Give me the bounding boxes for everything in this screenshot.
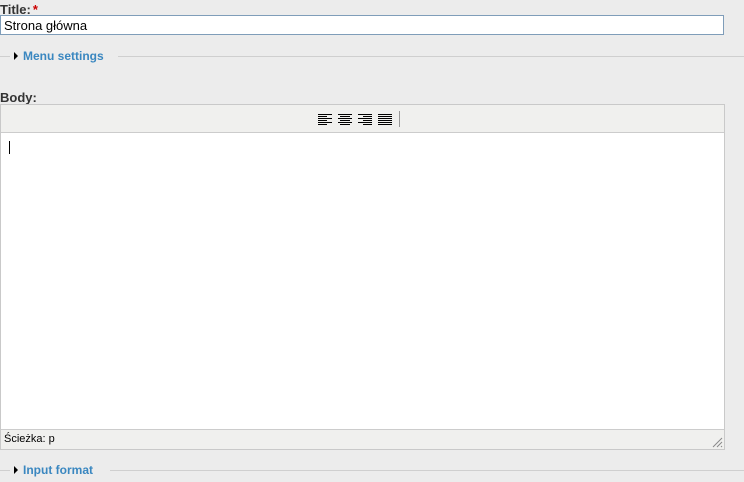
- align-right-button[interactable]: [355, 110, 375, 128]
- text-caret: [9, 141, 10, 154]
- editor-statusbar: Ścieżka: p: [1, 429, 724, 449]
- element-path: Ścieżka: p: [4, 433, 55, 445]
- triangle-right-icon: [14, 466, 18, 474]
- justify-button[interactable]: [375, 110, 395, 128]
- editor-toolbar: [1, 105, 724, 133]
- input-format-label: Input format: [23, 463, 93, 477]
- title-input[interactable]: [0, 15, 724, 35]
- editor-content-area[interactable]: [1, 133, 724, 430]
- menu-settings-toggle[interactable]: Menu settings: [14, 48, 108, 64]
- fieldset-border: [0, 470, 10, 471]
- body-label: Body:: [0, 90, 37, 105]
- fieldset-border: [118, 56, 744, 57]
- fieldset-border: [110, 470, 744, 471]
- justify-icon: [378, 113, 392, 125]
- menu-settings-fieldset: Menu settings: [0, 48, 744, 64]
- input-format-fieldset: Input format: [0, 462, 744, 478]
- resize-grip-icon[interactable]: [711, 436, 723, 448]
- toolbar-separator: [399, 111, 400, 127]
- input-format-toggle[interactable]: Input format: [14, 462, 97, 478]
- align-center-button[interactable]: [335, 110, 355, 128]
- align-left-icon: [318, 113, 332, 125]
- align-right-icon: [358, 113, 372, 125]
- align-left-button[interactable]: [315, 110, 335, 128]
- fieldset-border: [0, 56, 10, 57]
- rich-text-editor: Ścieżka: p: [0, 104, 725, 450]
- triangle-right-icon: [14, 52, 18, 60]
- align-center-icon: [338, 113, 352, 125]
- menu-settings-label: Menu settings: [23, 49, 104, 63]
